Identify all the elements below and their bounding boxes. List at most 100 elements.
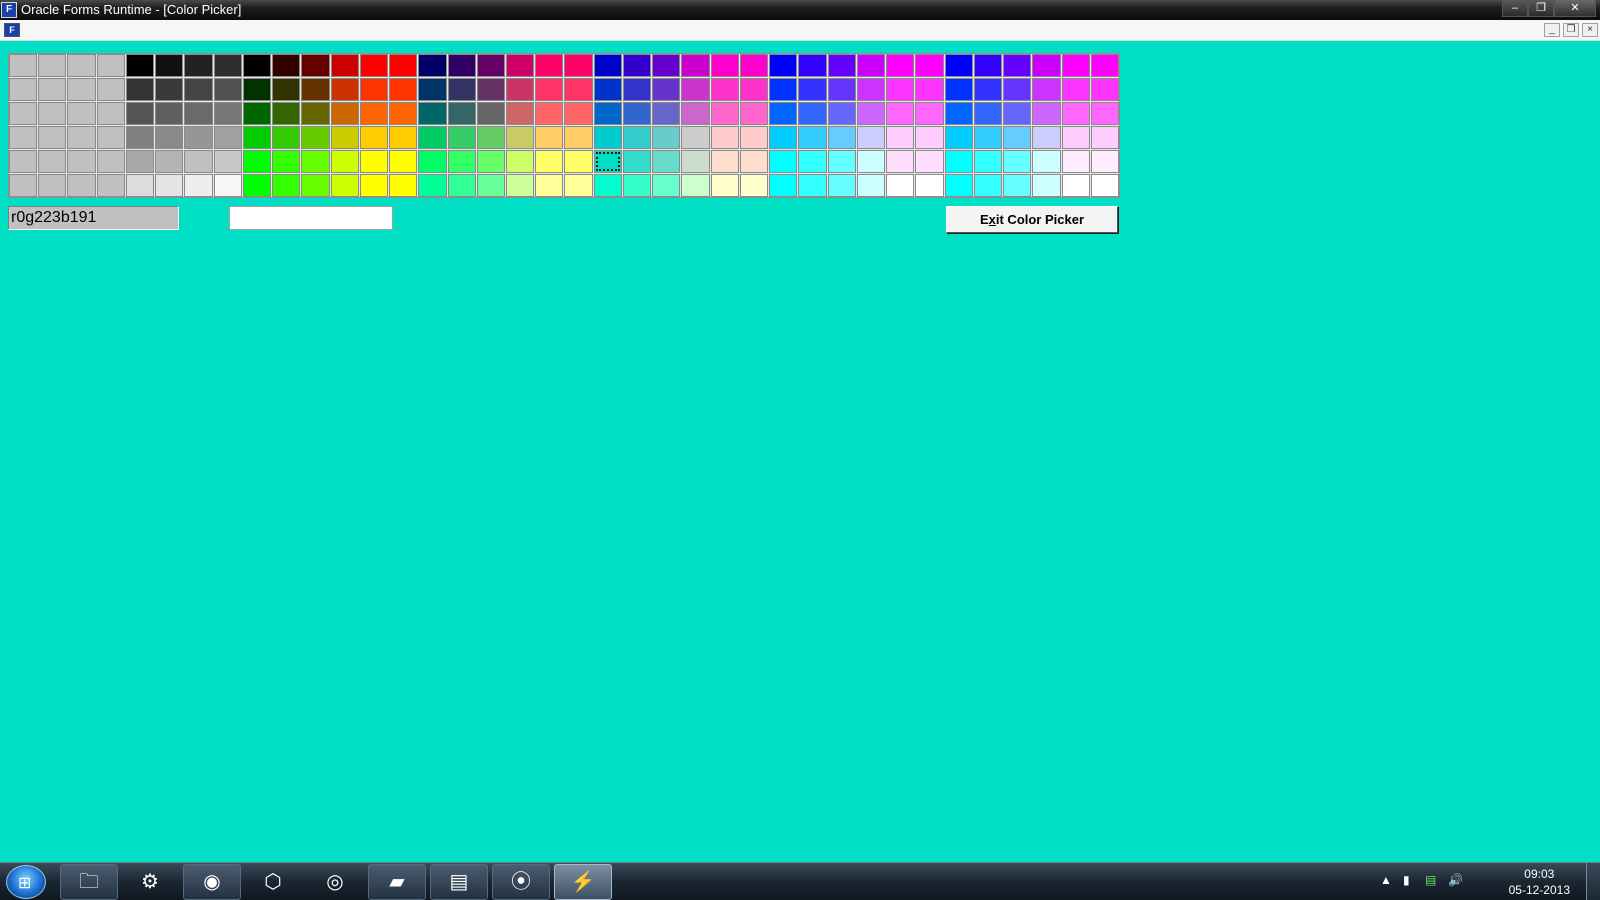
color-swatch[interactable]: [242, 174, 272, 197]
color-swatch[interactable]: [272, 174, 301, 197]
color-swatch[interactable]: [447, 54, 476, 77]
color-swatch[interactable]: [798, 150, 827, 173]
color-swatch[interactable]: [213, 54, 242, 77]
color-swatch[interactable]: [681, 126, 710, 149]
forms-builder-icon[interactable]: ▤: [430, 864, 488, 900]
color-swatch[interactable]: [973, 126, 1003, 149]
color-swatch[interactable]: [272, 102, 301, 125]
firefox-icon[interactable]: ◉: [183, 864, 241, 900]
color-swatch[interactable]: [739, 54, 769, 77]
color-swatch[interactable]: [213, 150, 242, 173]
color-swatch[interactable]: [155, 78, 184, 101]
color-swatch[interactable]: [739, 102, 769, 125]
color-swatch[interactable]: [155, 102, 184, 125]
color-swatch[interactable]: [506, 150, 535, 173]
color-swatch[interactable]: [944, 126, 973, 149]
color-swatch[interactable]: [506, 54, 535, 77]
color-swatch[interactable]: [622, 102, 652, 125]
color-swatch[interactable]: [506, 102, 535, 125]
color-swatch[interactable]: [622, 126, 652, 149]
color-swatch[interactable]: [535, 54, 564, 77]
color-swatch[interactable]: [915, 126, 944, 149]
color-swatch[interactable]: [330, 126, 359, 149]
oracle-forms-app-icon[interactable]: F: [1, 2, 17, 18]
forms-runtime-icon[interactable]: ⚡: [554, 864, 612, 900]
color-swatch[interactable]: [593, 102, 622, 125]
color-swatch[interactable]: [769, 54, 798, 77]
color-swatch[interactable]: [915, 78, 944, 101]
mdi-restore-button[interactable]: ❐: [1563, 23, 1579, 37]
color-swatch[interactable]: [359, 78, 389, 101]
color-swatch[interactable]: [476, 54, 506, 77]
color-swatch[interactable]: [96, 78, 125, 101]
color-swatch[interactable]: [652, 54, 681, 77]
color-swatch[interactable]: [213, 78, 242, 101]
color-swatch[interactable]: [476, 126, 506, 149]
color-swatch[interactable]: [9, 126, 38, 149]
color-swatch[interactable]: [242, 102, 272, 125]
color-swatch[interactable]: [1061, 174, 1090, 197]
color-swatch[interactable]: [272, 78, 301, 101]
color-swatch[interactable]: [593, 54, 622, 77]
notepad-icon[interactable]: ▰: [368, 864, 426, 900]
color-swatch[interactable]: [652, 174, 681, 197]
color-swatch[interactable]: [389, 174, 418, 197]
color-swatch[interactable]: [447, 126, 476, 149]
color-swatch[interactable]: [798, 54, 827, 77]
color-swatch[interactable]: [535, 150, 564, 173]
color-swatch[interactable]: [710, 126, 739, 149]
color-swatch[interactable]: [242, 126, 272, 149]
color-swatch[interactable]: [359, 54, 389, 77]
color-swatch[interactable]: [1032, 150, 1061, 173]
color-swatch[interactable]: [330, 54, 359, 77]
network-icon[interactable]: ▤: [1425, 873, 1436, 887]
color-swatch[interactable]: [973, 174, 1003, 197]
color-swatch[interactable]: [593, 78, 622, 101]
color-swatch[interactable]: [886, 126, 915, 149]
color-swatch[interactable]: [1032, 102, 1061, 125]
color-swatch[interactable]: [389, 78, 418, 101]
color-swatch[interactable]: [447, 78, 476, 101]
color-swatch[interactable]: [155, 54, 184, 77]
color-swatch[interactable]: [272, 54, 301, 77]
color-swatch[interactable]: [418, 150, 447, 173]
color-swatch[interactable]: [96, 174, 125, 197]
color-swatch[interactable]: [827, 78, 856, 101]
color-swatch[interactable]: [564, 78, 593, 101]
color-swatch[interactable]: [155, 150, 184, 173]
color-swatch[interactable]: [1090, 126, 1119, 149]
color-swatch[interactable]: [125, 126, 155, 149]
battery-icon[interactable]: ▮: [1403, 873, 1410, 887]
color-swatch[interactable]: [38, 78, 67, 101]
color-swatch[interactable]: [359, 150, 389, 173]
color-swatch[interactable]: [973, 102, 1003, 125]
color-swatch[interactable]: [973, 78, 1003, 101]
color-swatch[interactable]: [944, 54, 973, 77]
color-swatch[interactable]: [1061, 102, 1090, 125]
color-swatch[interactable]: [769, 174, 798, 197]
color-swatch[interactable]: [1003, 126, 1032, 149]
color-swatch[interactable]: [301, 102, 330, 125]
color-swatch[interactable]: [856, 126, 886, 149]
color-swatch[interactable]: [1090, 102, 1119, 125]
color-swatch[interactable]: [827, 126, 856, 149]
color-swatch[interactable]: [1003, 78, 1032, 101]
start-button[interactable]: ⊞: [6, 865, 46, 899]
color-swatch[interactable]: [1003, 174, 1032, 197]
color-swatch[interactable]: [652, 150, 681, 173]
color-swatch[interactable]: [769, 78, 798, 101]
color-swatch[interactable]: [418, 78, 447, 101]
color-swatch[interactable]: [1032, 54, 1061, 77]
color-swatch[interactable]: [710, 150, 739, 173]
color-swatch[interactable]: [798, 102, 827, 125]
color-swatch[interactable]: [710, 102, 739, 125]
color-swatch[interactable]: [67, 126, 96, 149]
color-swatch[interactable]: [125, 150, 155, 173]
color-value-input[interactable]: [229, 206, 393, 230]
color-swatch[interactable]: [856, 78, 886, 101]
color-swatch[interactable]: [886, 78, 915, 101]
color-swatch[interactable]: [1090, 78, 1119, 101]
color-swatch[interactable]: [38, 150, 67, 173]
color-swatch[interactable]: [856, 54, 886, 77]
color-swatch[interactable]: [769, 126, 798, 149]
